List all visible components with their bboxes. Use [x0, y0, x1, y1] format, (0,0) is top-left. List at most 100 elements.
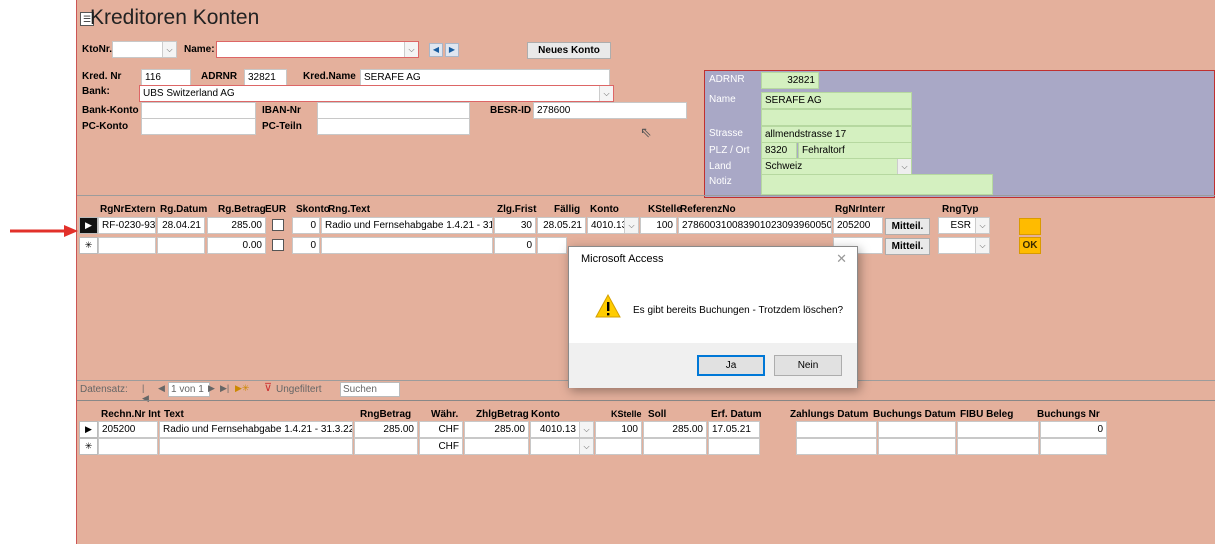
new-row-selector[interactable]: ✳	[79, 237, 98, 254]
search-input[interactable]: Suchen	[340, 382, 400, 397]
mitteil-new-button[interactable]: Mitteil.	[885, 238, 930, 255]
zahl-new-field[interactable]	[796, 438, 877, 455]
bank-konto-field[interactable]	[141, 102, 256, 119]
faellig-field[interactable]: 28.05.21	[537, 217, 586, 234]
betrag-field[interactable]: 285.00	[207, 217, 266, 234]
chevron-down-icon[interactable]: ⌵	[404, 42, 418, 57]
chevron-down-icon[interactable]: ⌵	[897, 159, 911, 174]
addr-name-field[interactable]: SERAFE AG	[761, 92, 912, 109]
prev-record-nav-icon[interactable]: ◀	[158, 383, 165, 394]
rngbetrag-field[interactable]: 285.00	[354, 421, 418, 438]
booking-row-selector[interactable]: ▶	[79, 421, 98, 438]
addr-name2-field[interactable]	[761, 109, 912, 126]
skonto-new-field[interactable]: 0	[292, 237, 320, 254]
waehr-new-field[interactable]: CHF	[419, 438, 463, 455]
zlg-field[interactable]: 285.00	[464, 421, 529, 438]
btext-new-field[interactable]	[159, 438, 353, 455]
eur-new-checkbox[interactable]	[272, 239, 284, 251]
row-selector[interactable]: ▶	[79, 217, 98, 234]
chevron-down-icon[interactable]: ⌵	[579, 439, 593, 454]
buch-field[interactable]	[878, 421, 956, 438]
addr-strasse-field[interactable]: allmendstrasse 17	[761, 126, 912, 143]
zlg-new-field[interactable]	[464, 438, 529, 455]
eur-checkbox[interactable]	[272, 219, 284, 231]
frist-field[interactable]: 30	[494, 217, 536, 234]
erf-field[interactable]: 17.05.21	[708, 421, 760, 438]
rngbetrag-new-field[interactable]	[354, 438, 418, 455]
last-record-icon[interactable]: ▶|	[220, 383, 229, 394]
rgnr-field[interactable]: RF-0230-939(	[98, 217, 156, 234]
datum-new-field[interactable]	[157, 237, 205, 254]
faellig-new-field[interactable]	[537, 237, 567, 254]
btext-field[interactable]: Radio und Fernsehabgabe 1.4.21 - 31.3.22	[159, 421, 353, 438]
chevron-down-icon[interactable]: ⌵	[599, 86, 613, 101]
pc-teiln-field[interactable]	[317, 118, 470, 135]
booking-new-row-selector[interactable]: ✳	[79, 438, 98, 455]
chevron-down-icon[interactable]: ⌵	[975, 218, 989, 233]
no-button[interactable]: Nein	[774, 355, 842, 376]
chevron-down-icon[interactable]: ⌵	[975, 238, 989, 253]
waehr-field[interactable]: CHF	[419, 421, 463, 438]
text-new-field[interactable]	[321, 237, 493, 254]
close-icon[interactable]: ✕	[836, 251, 847, 267]
addr-plz-field[interactable]: 8320	[761, 142, 797, 159]
kred-name-field[interactable]: SERAFE AG	[360, 69, 610, 86]
record-position[interactable]: 1 von 1	[168, 382, 210, 397]
bkstelle-field[interactable]: 100	[595, 421, 642, 438]
erf-new-field[interactable]	[708, 438, 760, 455]
kstelle-field[interactable]: 100	[640, 217, 677, 234]
fibu-new-field[interactable]	[957, 438, 1039, 455]
soll-new-field[interactable]	[643, 438, 707, 455]
addr-notiz-field[interactable]	[761, 174, 993, 195]
typ-combo[interactable]: ESR ⌵	[938, 217, 990, 234]
bnr-new-field[interactable]	[1040, 438, 1107, 455]
prev-record-icon[interactable]: ◀	[429, 43, 443, 57]
addr-land-combo[interactable]: Schweiz ⌵	[761, 158, 912, 175]
konto-combo[interactable]: 4010.13 ⌵	[587, 217, 639, 234]
fibu-field[interactable]	[957, 421, 1039, 438]
besr-field[interactable]: 278600	[533, 102, 687, 119]
next-record-icon[interactable]: ▶	[445, 43, 459, 57]
rgnr-new-field[interactable]	[98, 237, 156, 254]
skonto-field[interactable]: 0	[292, 217, 320, 234]
next-record-nav-icon[interactable]: ▶	[208, 383, 215, 394]
chevron-down-icon[interactable]: ⌵	[624, 218, 638, 233]
filter-label[interactable]: Ungefiltert	[276, 384, 322, 395]
betrag-new-field[interactable]: 0.00	[207, 237, 266, 254]
adrnr-field[interactable]: 32821	[244, 69, 287, 86]
buch-new-field[interactable]	[878, 438, 956, 455]
frist-new-field[interactable]: 0	[494, 237, 536, 254]
datum-field[interactable]: 28.04.21	[157, 217, 205, 234]
yes-button[interactable]: Ja	[697, 355, 765, 376]
bkstelle-new-field[interactable]	[595, 438, 642, 455]
text-field[interactable]: Radio und Fernsehabgabe 1.4.21 - 31.3.22	[321, 217, 493, 234]
referenz-field[interactable]: 278600310083901023093960050	[678, 217, 832, 234]
addr-ort-field[interactable]: Fehraltorf	[798, 142, 912, 159]
bkonto-new-combo[interactable]: ⌵	[530, 438, 594, 455]
pc-konto-field[interactable]	[141, 118, 256, 135]
chevron-down-icon[interactable]: ⌵	[579, 422, 593, 437]
ktonr-combo[interactable]: ⌵	[112, 41, 177, 58]
mitteil-button[interactable]: Mitteil.	[885, 218, 930, 235]
status-indicator[interactable]	[1019, 218, 1041, 235]
intern-field[interactable]: 205200	[833, 217, 883, 234]
rechn-field[interactable]: 205200	[98, 421, 158, 438]
filter-icon[interactable]: ⊽	[264, 381, 272, 394]
new-record-icon[interactable]: ▶✳	[235, 383, 249, 394]
soll-field[interactable]: 285.00	[643, 421, 707, 438]
col-typ: RngTyp	[942, 204, 979, 215]
neues-konto-button[interactable]: Neues Konto	[527, 42, 611, 59]
kred-nr-field[interactable]: 116	[141, 69, 191, 86]
zahl-field[interactable]	[796, 421, 877, 438]
bank-combo[interactable]: UBS Switzerland AG ⌵	[139, 85, 614, 102]
col-eur: EUR	[265, 204, 287, 215]
iban-field[interactable]	[317, 102, 470, 119]
bnr-field[interactable]: 0	[1040, 421, 1107, 438]
rechn-new-field[interactable]	[98, 438, 158, 455]
bkonto-combo[interactable]: 4010.13 ⌵	[530, 421, 594, 438]
addr-adrnr-field[interactable]: 32821	[761, 72, 819, 89]
typ-new-combo[interactable]: ⌵	[938, 237, 990, 254]
chevron-down-icon[interactable]: ⌵	[162, 42, 176, 57]
name-combo[interactable]: ⌵	[216, 41, 419, 58]
ok-button[interactable]: OK	[1019, 237, 1041, 254]
